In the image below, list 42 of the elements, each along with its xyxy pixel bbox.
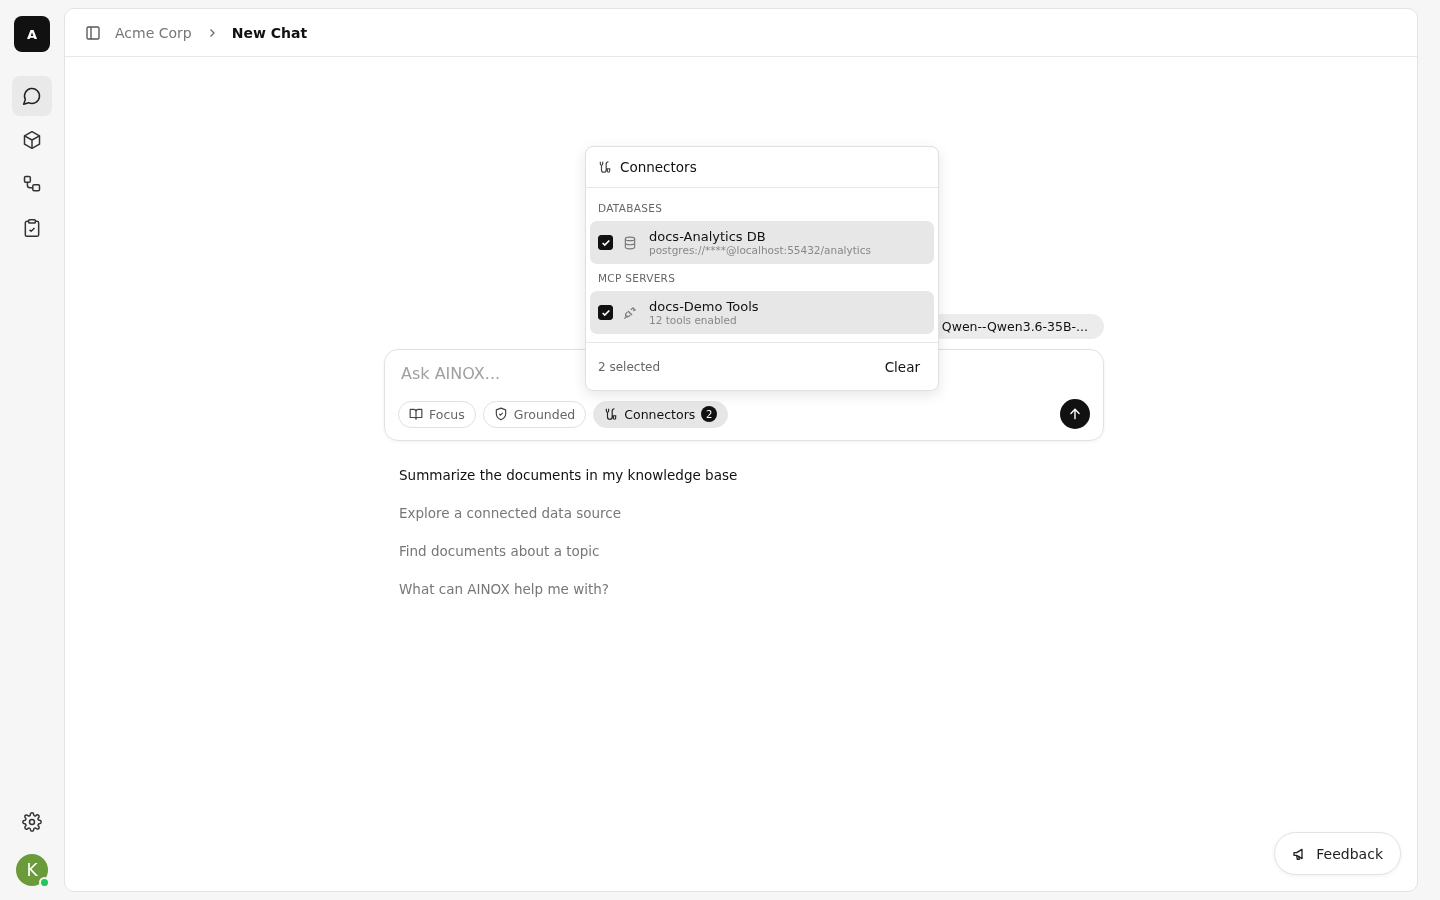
connector-detail: 12 tools enabled <box>649 314 738 326</box>
settings-icon <box>22 812 42 832</box>
clipboard-check-icon <box>22 218 42 238</box>
selected-count: 2 selected <box>598 359 661 374</box>
chat-icon <box>22 86 42 106</box>
suggestion-item[interactable]: Find documents about a topic <box>399 541 600 561</box>
checkbox[interactable] <box>598 235 613 250</box>
breadcrumb-item: New Chat <box>231 24 308 41</box>
connector-name: docs-Demo Tools <box>649 299 759 314</box>
feedback-button[interactable]: Feedback <box>1274 832 1401 875</box>
count-badge: 2 <box>701 406 718 422</box>
nav-button[interactable] <box>12 76 52 116</box>
plug-icon <box>623 305 637 320</box>
suggestion-item[interactable]: Summarize the documents in my knowledge base <box>399 465 738 485</box>
shield-check-icon <box>493 407 508 421</box>
composer-chip[interactable]: Grounded <box>482 400 587 428</box>
connector-detail: postgres://****@localhost:55432/analytics <box>649 244 871 256</box>
book-icon <box>409 407 423 421</box>
breadcrumb-item[interactable]: Acme Corp <box>115 24 192 41</box>
suggestion-item[interactable]: What can AINOX help me with? <box>399 579 609 599</box>
arrow-up-icon <box>1068 407 1082 421</box>
checkbox[interactable] <box>598 305 613 320</box>
checkmark-icon <box>600 307 611 318</box>
clear-button[interactable]: Clear <box>878 354 926 379</box>
cable-icon <box>604 407 619 421</box>
cube-icon <box>22 130 42 150</box>
cable-icon <box>598 160 612 174</box>
send-button[interactable] <box>1060 399 1090 429</box>
app-logo[interactable]: A <box>14 16 50 52</box>
section-heading: MCP SERVERS <box>597 271 677 286</box>
popover-title: Connectors <box>620 159 697 175</box>
composer-chip[interactable]: Connectors 2 <box>593 400 729 428</box>
connector-item[interactable]: docs-Demo Tools 12 tools enabled <box>590 291 934 334</box>
composer-chip[interactable]: Focus <box>398 400 476 428</box>
database-icon <box>623 235 637 250</box>
connector-name: docs-Analytics DB <box>649 229 767 244</box>
checkmark-icon <box>600 237 611 248</box>
sidebar-toggle-icon <box>85 24 101 41</box>
section-heading: DATABASES <box>597 201 664 216</box>
connector-item[interactable]: docs-Analytics DB postgres://****@localhost:55432/analytics <box>590 221 934 264</box>
suggestion-item[interactable]: Explore a connected data source <box>399 503 622 523</box>
linked-squares-icon <box>22 174 42 194</box>
